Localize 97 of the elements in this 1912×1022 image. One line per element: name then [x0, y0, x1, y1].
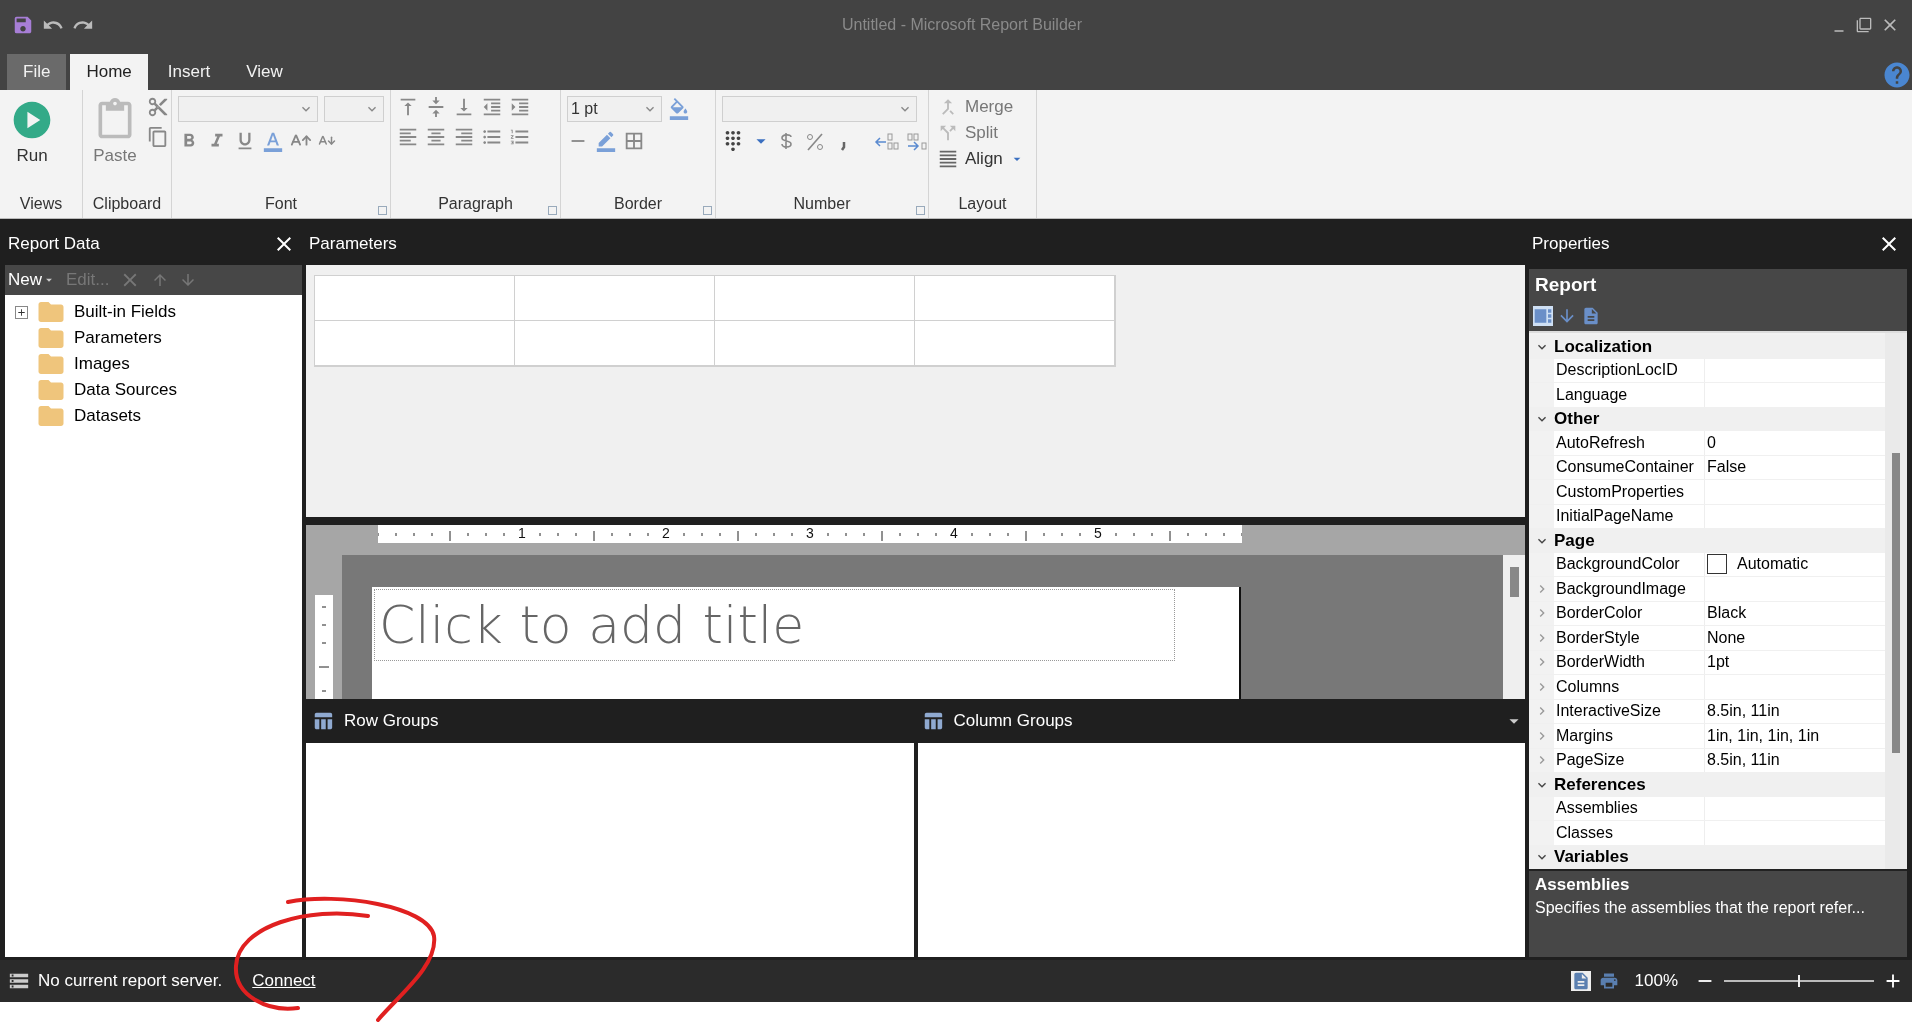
property-value-field[interactable]: 8.5in, 11in	[1704, 699, 1885, 723]
align-button[interactable]: Align	[935, 148, 1027, 170]
tree-item[interactable]: Parameters	[74, 328, 162, 348]
category-name: Variables	[1554, 847, 1629, 868]
dialog-launcher-icon[interactable]	[703, 206, 712, 215]
scrollbar[interactable]	[1503, 555, 1525, 699]
scrollbar[interactable]	[1885, 333, 1907, 869]
tree-item[interactable]: Datasets	[74, 406, 142, 426]
zoom-level: 100%	[1634, 971, 1678, 991]
property-name: BackgroundColor	[1554, 552, 1704, 576]
dialog-launcher-icon[interactable]	[548, 206, 557, 215]
property-name: Language	[1554, 383, 1704, 407]
property-value-field[interactable]: Black	[1704, 601, 1885, 625]
expand-icon[interactable]	[15, 305, 28, 319]
cut-icon[interactable]	[147, 96, 169, 118]
property-name: BorderColor	[1554, 601, 1704, 625]
ribbon-group-label: Border	[613, 194, 663, 214]
ribbon-tab[interactable]: View	[230, 54, 299, 90]
ribbon-tab[interactable]: Insert	[151, 54, 227, 90]
table-icon	[312, 710, 334, 732]
align-left-icon[interactable]	[397, 126, 419, 148]
tree-item[interactable]: Built-in Fields	[74, 302, 177, 322]
status-message: No current report server.	[38, 971, 223, 991]
property-value-field[interactable]: False	[1704, 455, 1885, 479]
ribbon-group-label: Font	[264, 194, 298, 214]
dialog-launcher-icon[interactable]	[916, 206, 925, 215]
category-name: Page	[1554, 530, 1595, 551]
property-name: InitialPageName	[1554, 504, 1704, 528]
file-menu-tab[interactable]: File	[7, 54, 67, 90]
property-pages-icon[interactable]	[1581, 306, 1601, 326]
property-name: AutoRefresh	[1554, 431, 1704, 455]
property-value-field[interactable]: 0	[1704, 431, 1885, 455]
pane-title: Column Groups	[953, 711, 1073, 731]
panel-title: Report Data	[8, 234, 100, 254]
panel-title: Properties	[1532, 234, 1610, 254]
property-name: CustomProperties	[1554, 480, 1704, 504]
ruler-number: 1	[517, 525, 527, 541]
ribbon-group-label: Layout	[957, 194, 1008, 214]
window-title: Untitled - Microsoft Report Builder	[840, 16, 1084, 34]
property-value-field[interactable]: Automatic	[1704, 552, 1885, 576]
fill-color-icon[interactable]	[668, 98, 690, 120]
align-right-icon[interactable]	[453, 126, 475, 148]
restore-icon[interactable]	[1856, 17, 1872, 33]
property-value-field[interactable]: 1pt	[1704, 650, 1885, 674]
connect-link[interactable]: Connect	[252, 971, 316, 991]
ribbon-tab[interactable]: Home	[70, 54, 148, 90]
property-value-field[interactable]: 1in, 1in, 1in, 1in	[1704, 724, 1885, 748]
panel-title: Parameters	[309, 234, 397, 254]
description-title: Assemblies	[1535, 875, 1631, 895]
save-icon[interactable]	[12, 14, 34, 36]
category-name: Other	[1554, 409, 1600, 430]
border-width-dropdown[interactable]: 1 pt	[567, 96, 662, 122]
description-text: Specifies the assemblies that the report refer...	[1535, 899, 1866, 917]
copy-icon[interactable]	[147, 126, 169, 148]
ribbon-group-label: Views	[18, 194, 64, 214]
color-swatch	[1707, 554, 1727, 575]
property-name: PageSize	[1554, 748, 1704, 772]
category-name: Localization	[1554, 336, 1653, 357]
font-color-icon[interactable]	[262, 130, 284, 152]
ribbon-group-label: Number	[792, 194, 852, 214]
new-button[interactable]: New	[8, 270, 56, 290]
title-textbox[interactable]: Click to add title	[374, 589, 1175, 661]
property-name: ConsumeContainer	[1554, 455, 1704, 479]
property-name: BorderWidth	[1554, 650, 1704, 674]
tree-item[interactable]: Images	[74, 354, 130, 374]
property-value-field[interactable]: 8.5in, 11in	[1704, 748, 1885, 772]
increase-decimal-icon[interactable]	[874, 130, 900, 152]
border-color-icon[interactable]	[595, 130, 617, 152]
dialog-launcher-icon[interactable]	[378, 206, 387, 215]
pane-title: Row Groups	[344, 711, 439, 731]
selected-object-name: Report	[1529, 269, 1907, 301]
align-icon	[937, 148, 959, 170]
property-name: Columns	[1554, 675, 1704, 699]
ruler-number: 5	[1093, 525, 1103, 541]
ruler-number: 3	[805, 525, 815, 541]
design-view-icon[interactable]	[1570, 971, 1591, 991]
property-name: BorderStyle	[1554, 626, 1704, 650]
tree-item[interactable]: Data Sources	[74, 380, 177, 400]
property-value-field[interactable]: None	[1704, 626, 1885, 650]
property-name: DescriptionLocID	[1554, 358, 1704, 382]
property-name: Assemblies	[1554, 796, 1704, 820]
property-name: Classes	[1554, 821, 1704, 845]
property-name: Margins	[1554, 724, 1704, 748]
categorized-icon[interactable]	[1533, 306, 1553, 326]
borders-icon[interactable]	[623, 130, 645, 152]
ruler-number: 2	[661, 525, 671, 541]
ruler-number: 4	[949, 525, 959, 541]
print-layout-icon[interactable]	[1598, 971, 1619, 991]
property-name: InteractiveSize	[1554, 699, 1704, 723]
property-name: BackgroundImage	[1554, 577, 1704, 601]
increase-indent-icon[interactable]	[509, 96, 531, 118]
category-name: References	[1554, 774, 1646, 795]
decrease-indent-icon[interactable]	[481, 96, 503, 118]
ribbon-group-label: Paragraph	[437, 194, 514, 214]
align-center-icon[interactable]	[425, 126, 447, 148]
help-icon[interactable]	[1882, 60, 1912, 90]
run-button[interactable]: Run	[6, 96, 58, 190]
